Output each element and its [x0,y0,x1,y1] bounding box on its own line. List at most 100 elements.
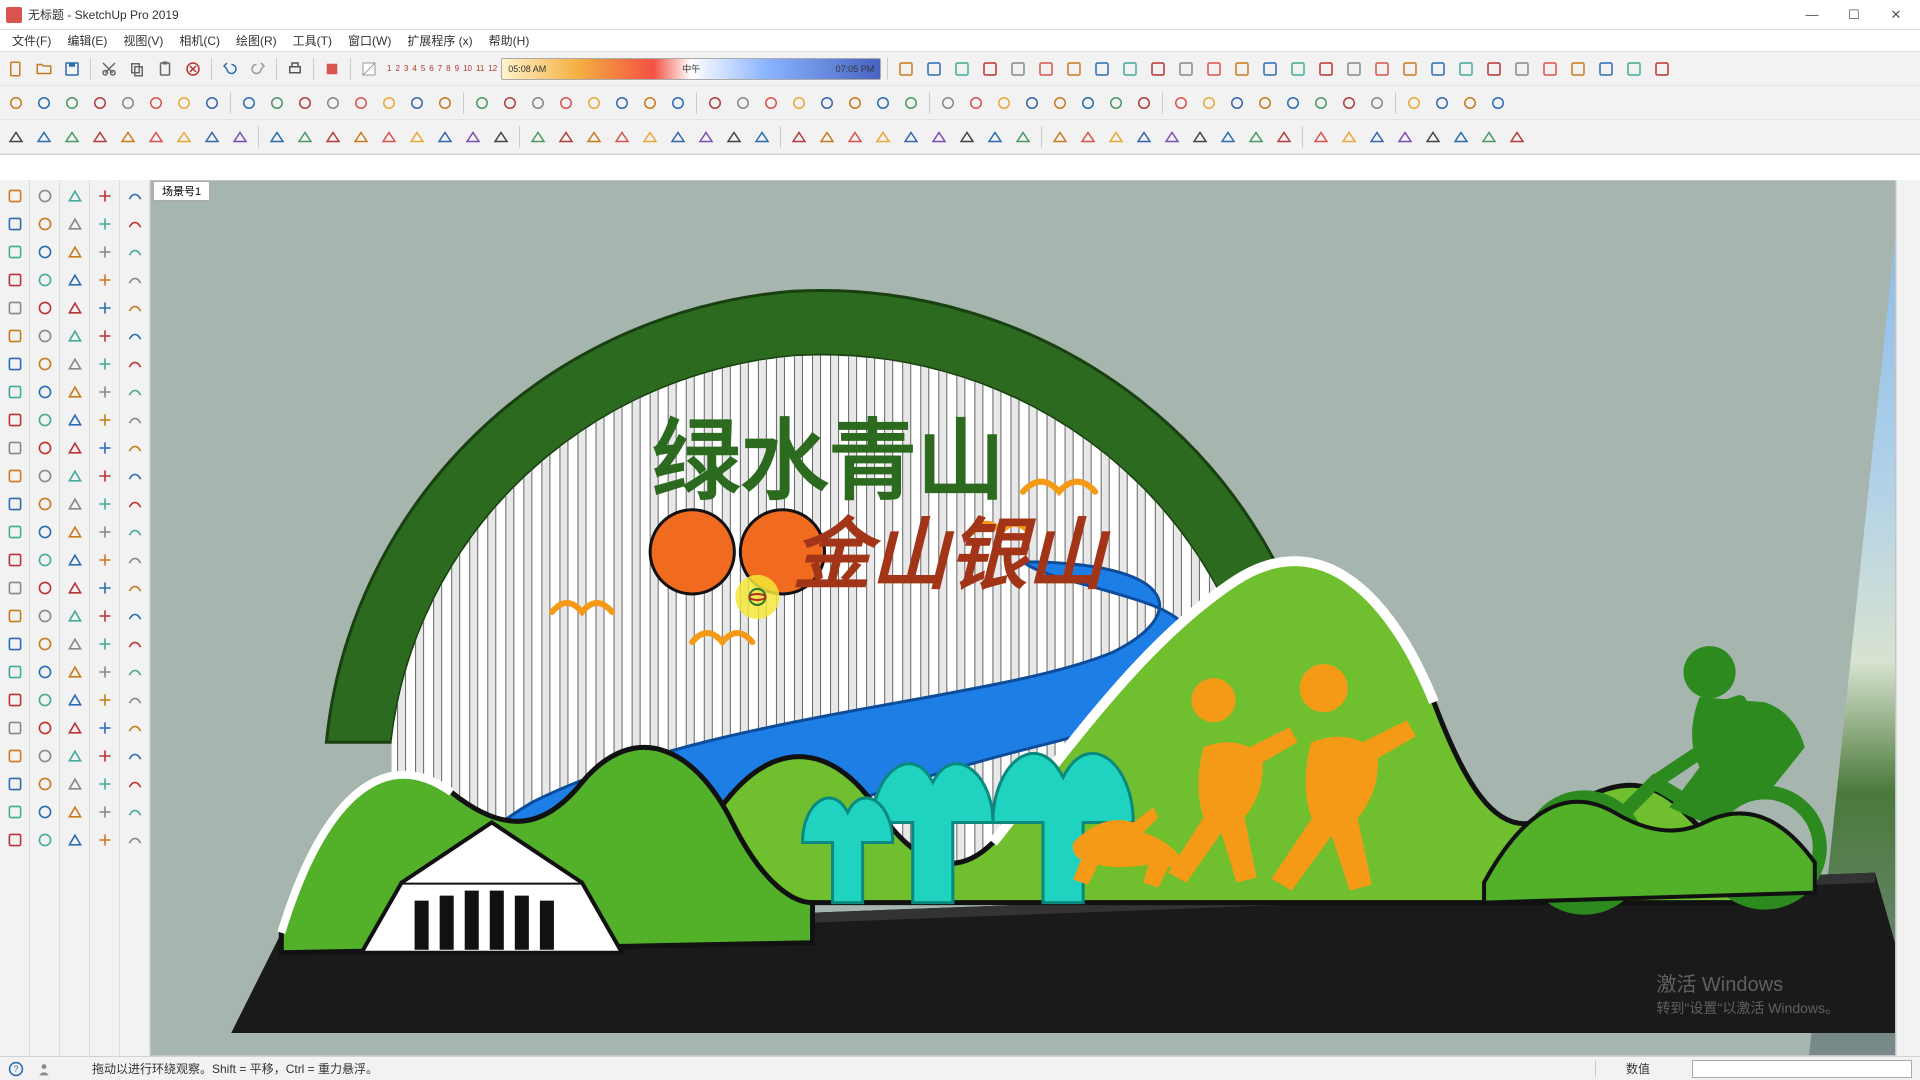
toolbar-btn-r3-55[interactable] [1449,125,1473,149]
delete-button[interactable] [181,57,205,81]
toolbar-btn-r1-17[interactable] [1370,57,1394,81]
toolbar-btn-r3-57[interactable] [1505,125,1529,149]
side-btn-c4-13[interactable] [93,548,117,572]
side-btn-c4-16[interactable] [93,632,117,656]
toolbar-btn-r2-30[interactable] [787,91,811,115]
side-btn-c2-6[interactable] [33,352,57,376]
side-btn-c5-15[interactable] [123,604,147,628]
toolbar-btn-r3-41[interactable] [1076,125,1100,149]
toolbar-btn-r2-15[interactable] [405,91,429,115]
side-btn-c2-2[interactable] [33,240,57,264]
toolbar-btn-r2-9[interactable] [237,91,261,115]
side-btn-c3-5[interactable] [63,324,87,348]
side-btn-c1-6[interactable] [3,352,27,376]
toolbar-btn-r1-11[interactable] [1202,57,1226,81]
side-btn-c5-9[interactable] [123,436,147,460]
new-file-button[interactable] [4,57,28,81]
toolbar-btn-r1-7[interactable] [1090,57,1114,81]
toolbar-btn-r3-51[interactable] [1337,125,1361,149]
side-btn-c2-11[interactable] [33,492,57,516]
side-btn-c5-3[interactable] [123,268,147,292]
menu-tools[interactable]: 工具(T) [285,30,340,51]
toolbar-btn-r3-1[interactable] [32,125,56,149]
toolbar-btn-r2-19[interactable] [498,91,522,115]
side-btn-c3-12[interactable] [63,520,87,544]
toolbar-btn-r3-21[interactable] [554,125,578,149]
toolbar-btn-r2-45[interactable] [1169,91,1193,115]
toolbar-btn-r2-47[interactable] [1225,91,1249,115]
open-file-button[interactable] [32,57,56,81]
toolbar-btn-r2-50[interactable] [1309,91,1333,115]
toolbar-btn-r1-10[interactable] [1174,57,1198,81]
toolbar-btn-r3-26[interactable] [694,125,718,149]
side-btn-c3-1[interactable] [63,212,87,236]
side-btn-c4-3[interactable] [93,268,117,292]
paste-button[interactable] [153,57,177,81]
toolbar-btn-r2-46[interactable] [1197,91,1221,115]
toolbar-btn-r3-53[interactable] [1393,125,1417,149]
side-btn-c4-15[interactable] [93,604,117,628]
side-btn-c3-2[interactable] [63,240,87,264]
side-btn-c4-10[interactable] [93,464,117,488]
side-btn-c2-8[interactable] [33,408,57,432]
toolbar-btn-r2-4[interactable] [116,91,140,115]
toolbar-btn-r2-6[interactable] [172,91,196,115]
toolbar-btn-r2-12[interactable] [321,91,345,115]
side-btn-c5-2[interactable] [123,240,147,264]
toolbar-btn-r2-18[interactable] [470,91,494,115]
side-btn-c3-15[interactable] [63,604,87,628]
toolbar-btn-r1-25[interactable] [1594,57,1618,81]
side-btn-c4-23[interactable] [93,828,117,852]
toolbar-btn-r3-20[interactable] [526,125,550,149]
toolbar-btn-r3-37[interactable] [983,125,1007,149]
side-btn-c1-9[interactable] [3,436,27,460]
side-btn-c1-4[interactable] [3,296,27,320]
close-button[interactable]: ✕ [1884,5,1908,25]
toolbar-btn-r1-14[interactable] [1286,57,1310,81]
toolbar-btn-r2-1[interactable] [32,91,56,115]
side-btn-c5-19[interactable] [123,716,147,740]
toolbar-btn-r2-33[interactable] [871,91,895,115]
side-btn-c1-10[interactable] [3,464,27,488]
toolbar-btn-r3-18[interactable] [489,125,513,149]
side-btn-c4-1[interactable] [93,212,117,236]
side-btn-c3-9[interactable] [63,436,87,460]
side-btn-c5-10[interactable] [123,464,147,488]
side-btn-c4-8[interactable] [93,408,117,432]
side-btn-c2-22[interactable] [33,800,57,824]
copy-button[interactable] [125,57,149,81]
menu-extensions[interactable]: 扩展程序 (x) [399,30,480,51]
side-btn-c4-7[interactable] [93,380,117,404]
toolbar-btn-r2-5[interactable] [144,91,168,115]
toolbar-btn-r3-7[interactable] [200,125,224,149]
side-btn-c2-18[interactable] [33,688,57,712]
toolbar-btn-r3-36[interactable] [955,125,979,149]
toolbar-btn-r1-27[interactable] [1650,57,1674,81]
side-btn-c2-3[interactable] [33,268,57,292]
side-btn-c2-0[interactable] [33,184,57,208]
model-info-button[interactable] [320,57,344,81]
toolbar-btn-r2-2[interactable] [60,91,84,115]
side-btn-c4-18[interactable] [93,688,117,712]
save-button[interactable] [60,57,84,81]
redo-button[interactable] [246,57,270,81]
toolbar-btn-r1-3[interactable] [978,57,1002,81]
toolbar-btn-r1-6[interactable] [1062,57,1086,81]
side-btn-c4-5[interactable] [93,324,117,348]
toolbar-btn-r2-51[interactable] [1337,91,1361,115]
toolbar-btn-r2-7[interactable] [200,91,224,115]
toolbar-btn-r2-10[interactable] [265,91,289,115]
toolbar-btn-r3-4[interactable] [116,125,140,149]
side-btn-c3-3[interactable] [63,268,87,292]
toolbar-btn-r3-23[interactable] [610,125,634,149]
side-btn-c1-15[interactable] [3,604,27,628]
side-btn-c1-13[interactable] [3,548,27,572]
toolbar-btn-r3-17[interactable] [461,125,485,149]
toolbar-btn-r2-55[interactable] [1430,91,1454,115]
toolbar-btn-r3-14[interactable] [377,125,401,149]
side-btn-c3-8[interactable] [63,408,87,432]
side-btn-c2-15[interactable] [33,604,57,628]
side-btn-c5-4[interactable] [123,296,147,320]
toolbar-btn-r3-5[interactable] [144,125,168,149]
toolbar-btn-r2-43[interactable] [1132,91,1156,115]
